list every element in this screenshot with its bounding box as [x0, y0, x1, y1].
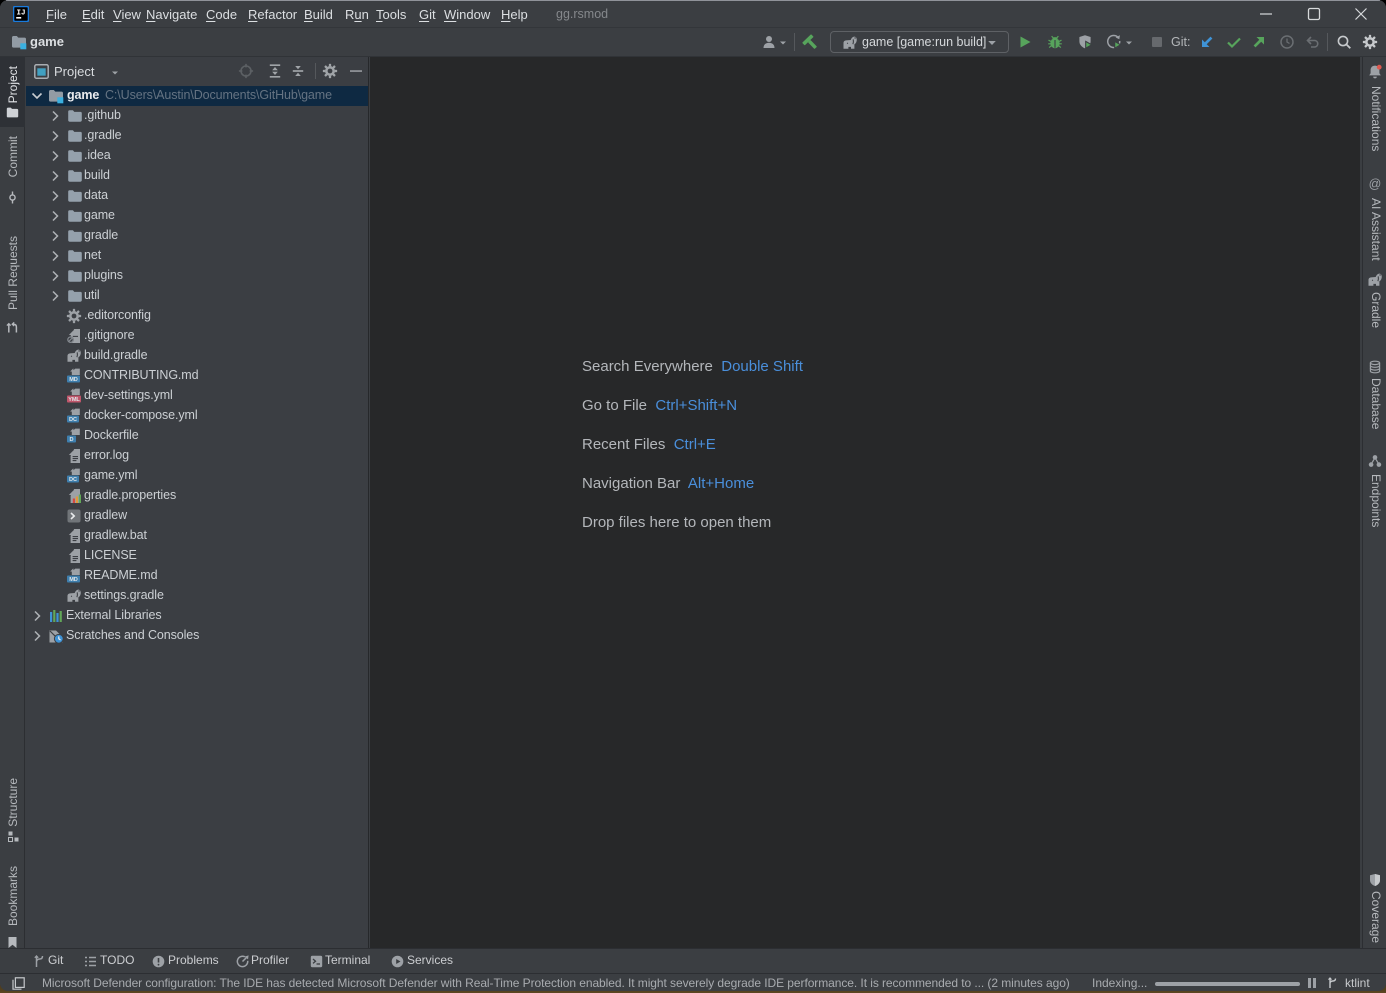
svg-text:D: D — [70, 437, 74, 443]
svg-text:@: @ — [1369, 177, 1382, 191]
svg-text:IJ: IJ — [16, 10, 25, 18]
svg-text:DC: DC — [69, 417, 77, 423]
svg-text:YML: YML — [68, 397, 80, 403]
svg-text:DC: DC — [69, 477, 77, 483]
svg-text:MD: MD — [69, 377, 78, 383]
svg-text:MD: MD — [69, 577, 78, 583]
